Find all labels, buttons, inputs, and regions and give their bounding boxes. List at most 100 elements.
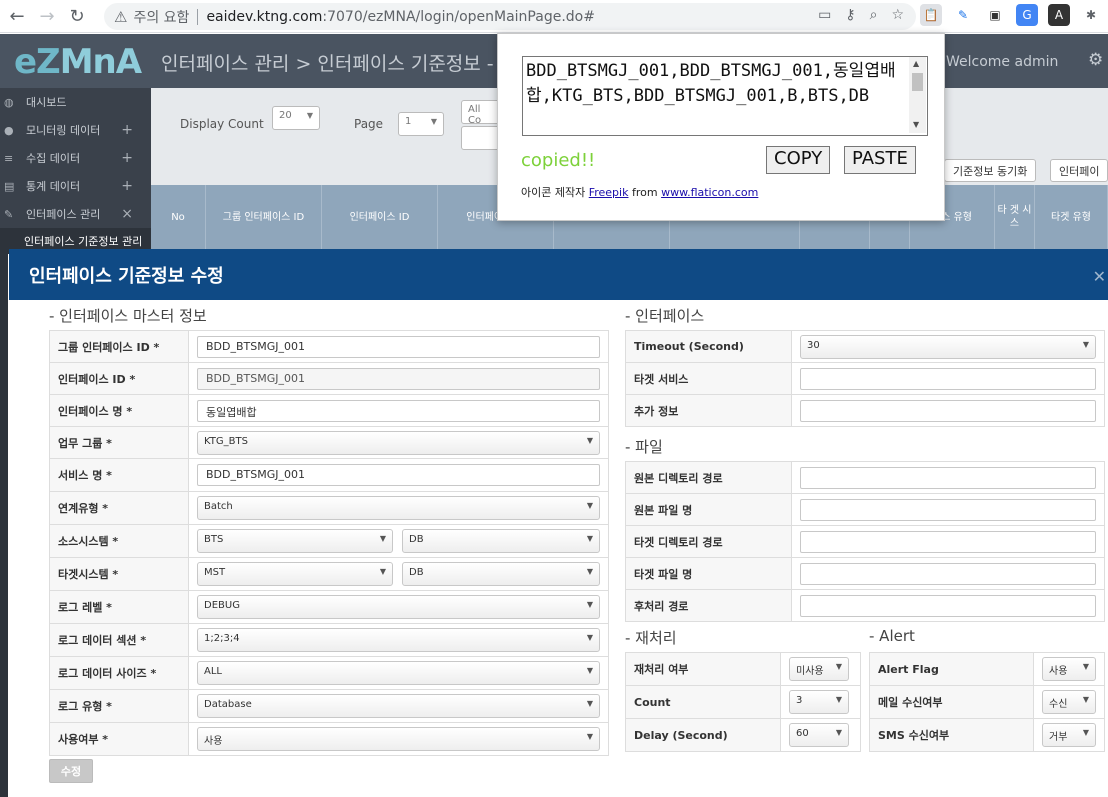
source-dir-input[interactable] (800, 466, 1096, 489)
filter-input[interactable] (461, 126, 501, 150)
star-icon[interactable]: ☆ (891, 7, 904, 23)
chevron-down-icon: ▼ (586, 666, 593, 675)
translate-extension-icon[interactable]: G (1016, 4, 1038, 26)
extra-info-input[interactable] (800, 399, 1096, 422)
select-value: BTS (204, 534, 224, 545)
column-header[interactable]: 인터페이스 ID (322, 185, 438, 249)
alert-table: Alert Flag 사용 ▼ 메일 수신여부 수신 ▼ SMS 수신여부 거부 ▼ (869, 652, 1105, 752)
timeout-select[interactable]: 30 ▼ (800, 334, 1096, 359)
sidebar-item-monitoring[interactable]: ● 모니터링 데이터 + (0, 116, 151, 144)
target-dir-input[interactable] (800, 530, 1096, 553)
retry-yn-select[interactable]: 미사용 ▼ (789, 657, 849, 681)
field-label: 사용여부 * (49, 722, 189, 756)
text-extension-icon[interactable]: A (1048, 4, 1070, 26)
scroll-down-icon[interactable]: ▼ (913, 120, 919, 129)
back-icon[interactable]: ← (4, 3, 30, 29)
pen-extension-icon[interactable]: ✎ (952, 4, 974, 26)
clipboard-extension-icon[interactable]: 📋 (920, 4, 942, 26)
key-icon[interactable]: ⚷ (845, 7, 855, 23)
field-label: 그룹 인터페이스 ID * (49, 330, 189, 363)
clipboard-textarea[interactable]: BDD_BTSMGJ_001,BDD_BTSMGJ_001,동일엽배합,KTG_… (522, 56, 928, 136)
expand-icon[interactable]: + (121, 150, 133, 166)
sidebar-item-collection[interactable]: ≡ 수집 데이터 + (0, 144, 151, 172)
service-name-input[interactable]: BDD_BTSMGJ_001 (197, 464, 600, 486)
select-value: 미사용 (796, 666, 824, 677)
scrollbar-thumb[interactable] (912, 73, 923, 91)
alert-section-title: - Alert (869, 627, 915, 645)
log-section-select[interactable]: 1;2;3;4 ▼ (197, 628, 600, 652)
chevron-down-icon: ▼ (306, 111, 313, 120)
textarea-scrollbar[interactable]: ▲ ▼ (909, 57, 926, 133)
field-label: Count (625, 685, 781, 719)
post-process-path-input[interactable] (800, 594, 1096, 617)
business-group-select[interactable]: KTG_BTS ▼ (197, 430, 600, 455)
alert-flag-select[interactable]: 사용 ▼ (1042, 657, 1096, 681)
column-header[interactable]: 타겟 유형 (1035, 185, 1108, 249)
copy-button[interactable]: COPY (766, 146, 831, 174)
field-label: 로그 유형 * (49, 689, 189, 723)
source-type-select[interactable]: DB ▼ (402, 529, 600, 553)
interface-id-input: BDD_BTSMGJ_001 (197, 367, 600, 390)
log-type-select[interactable]: Database ▼ (197, 694, 600, 718)
field-label: Timeout (Second) (625, 330, 792, 363)
sidebar-item-label: 대시보드 (26, 96, 67, 109)
zoom-icon[interactable]: ⌕ (870, 7, 878, 23)
retry-count-select[interactable]: 3 ▼ (789, 690, 849, 714)
cast-icon[interactable]: ▭ (818, 7, 831, 23)
forward-icon[interactable]: → (34, 3, 60, 29)
expand-icon[interactable]: + (121, 178, 133, 194)
flaticon-link[interactable]: www.flaticon.com (661, 186, 758, 199)
field-label: 로그 데이터 섹션 * (49, 623, 189, 657)
target-system-select[interactable]: MST ▼ (197, 562, 393, 586)
paste-button[interactable]: PASTE (844, 146, 916, 174)
freepik-link[interactable]: Freepik (589, 186, 629, 199)
gear-icon[interactable]: ⚙ (1088, 50, 1103, 70)
app-logo[interactable]: eZMnA (14, 42, 142, 82)
target-service-input[interactable] (800, 367, 1096, 390)
security-warning[interactable]: 주의 요함 (133, 7, 189, 27)
extensions-puzzle-icon[interactable]: ✱ (1080, 4, 1102, 26)
field-label: 타겟 파일 명 (625, 557, 792, 590)
log-size-select[interactable]: ALL ▼ (197, 661, 600, 685)
log-level-select[interactable]: DEBUG ▼ (197, 595, 600, 619)
all-select[interactable]: All Co (461, 100, 501, 126)
retry-delay-select[interactable]: 60 ▼ (789, 723, 849, 747)
source-file-input[interactable] (800, 498, 1096, 521)
window-extension-icon[interactable]: ▣ (984, 4, 1006, 26)
sidebar-lower (0, 248, 8, 797)
field-label: 타겟시스템 * (49, 557, 189, 591)
use-yn-select[interactable]: 사용 ▼ (197, 727, 600, 751)
mail-receive-select[interactable]: 수신 ▼ (1042, 690, 1096, 714)
sidebar-item-statistics[interactable]: ▤ 통계 데이터 + (0, 172, 151, 200)
close-icon[interactable]: ✕ (1093, 267, 1106, 286)
sync-button[interactable]: 기준정보 동기화 (944, 159, 1037, 182)
address-bar[interactable]: ⚠ 주의 요함 eaidev.ktng.com:7070/ezMNA/login… (104, 3, 916, 30)
source-system-select[interactable]: BTS ▼ (197, 529, 393, 553)
column-header[interactable]: No (151, 185, 206, 249)
reload-icon[interactable]: ↻ (64, 3, 90, 29)
chevron-down-icon: ▼ (379, 534, 386, 543)
group-interface-id-input[interactable]: BDD_BTSMGJ_001 (197, 335, 600, 358)
column-header[interactable]: 그룹 인터페이스 ID (206, 185, 322, 249)
link-type-select[interactable]: Batch ▼ (197, 496, 600, 520)
target-file-input[interactable] (800, 562, 1096, 585)
page-select[interactable]: 1 ▼ (398, 112, 444, 136)
sidebar-item-dashboard[interactable]: ◍ 대시보드 (0, 88, 151, 116)
column-header[interactable]: 타 겟 시 스 (995, 185, 1035, 249)
interface-button[interactable]: 인터페이 (1050, 159, 1108, 182)
sidebar-item-interface[interactable]: ✎ 인터페이스 관리 × (0, 200, 151, 228)
select-value: 사용 (1049, 666, 1068, 677)
scroll-up-icon[interactable]: ▲ (913, 59, 919, 68)
field-label: 타겟 디렉토리 경로 (625, 525, 792, 558)
collapse-icon[interactable]: × (121, 206, 133, 222)
display-count-select[interactable]: 20 ▼ (272, 106, 320, 130)
display-count-value: 20 (279, 110, 292, 121)
field-label: Delay (Second) (625, 718, 781, 752)
field-label: 재처리 여부 (625, 652, 781, 686)
interface-name-input[interactable]: 동일엽배합 (197, 399, 600, 422)
save-button[interactable]: 수정 (49, 759, 93, 783)
chevron-down-icon: ▼ (586, 534, 593, 543)
sms-receive-select[interactable]: 거부 ▼ (1042, 723, 1096, 747)
expand-icon[interactable]: + (121, 122, 133, 138)
target-type-select[interactable]: DB ▼ (402, 562, 600, 586)
